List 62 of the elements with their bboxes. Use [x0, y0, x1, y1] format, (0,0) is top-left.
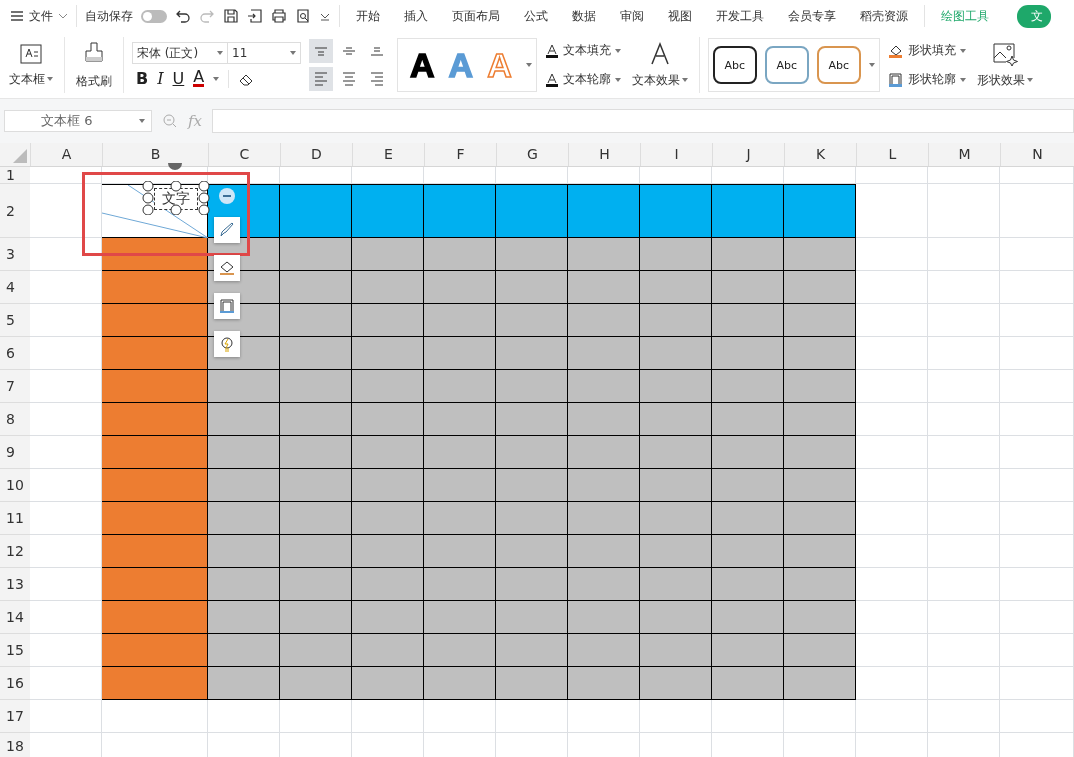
row-header[interactable]: 10	[0, 469, 30, 502]
text-outline-button[interactable]: 文本轮廓	[544, 71, 621, 88]
row-header[interactable]: 17	[0, 700, 30, 733]
file-menu[interactable]: 文件	[10, 7, 68, 25]
text-effect-button[interactable]: 文本效果	[628, 39, 691, 91]
row-header[interactable]: 5	[0, 304, 30, 337]
row-header[interactable]: 3	[0, 238, 30, 271]
column-header[interactable]: N	[1000, 143, 1074, 166]
font-family-field[interactable]: 宋体 (正文)	[132, 42, 228, 64]
format-painter-button[interactable]: 格式刷	[73, 38, 115, 92]
column-header[interactable]: G	[496, 143, 568, 166]
shape-style-preset[interactable]: Abc	[764, 46, 809, 84]
column-header[interactable]: D	[280, 143, 352, 166]
ribbon-tab[interactable]: 审阅	[612, 7, 652, 25]
row-header[interactable]: 11	[0, 502, 30, 535]
shape-style-preset[interactable]: Abc	[816, 46, 861, 84]
ribbon-tab[interactable]: 数据	[564, 7, 604, 25]
row-header[interactable]: 7	[0, 370, 30, 403]
row-header[interactable]: 2	[0, 184, 30, 238]
column-header[interactable]: K	[784, 143, 856, 166]
ribbon-tab[interactable]: 会员专享	[780, 7, 844, 25]
text-box-button[interactable]: 文本框	[6, 40, 56, 90]
column-header[interactable]: L	[856, 143, 928, 166]
row-header[interactable]: 1	[0, 167, 30, 184]
ribbon-tab[interactable]: 开始	[348, 7, 388, 25]
column-header[interactable]: C	[208, 143, 280, 166]
row-header[interactable]: 15	[0, 634, 30, 667]
autosave-label: 自动保存	[85, 7, 133, 25]
column-header[interactable]: A	[30, 143, 102, 166]
text-style-preset[interactable]: A	[410, 45, 435, 85]
font-size-field[interactable]: 11	[228, 42, 301, 64]
row-header[interactable]: 8	[0, 403, 30, 436]
name-box[interactable]: 文本框 6	[4, 110, 152, 132]
underline-button[interactable]: U	[172, 69, 185, 88]
ribbon-tab[interactable]: 开发工具	[708, 7, 772, 25]
ribbon-tab[interactable]: 公式	[516, 7, 556, 25]
row-header[interactable]: 18	[0, 733, 30, 757]
column-header[interactable]: J	[712, 143, 784, 166]
column-header[interactable]: I	[640, 143, 712, 166]
text-fill-button[interactable]: 文本填充	[544, 42, 621, 59]
row-header[interactable]: 16	[0, 667, 30, 700]
shape-effect-button[interactable]: 形状效果	[973, 39, 1036, 91]
italic-button[interactable]: I	[157, 69, 164, 88]
shape-outline-button[interactable]: 形状轮廓	[887, 71, 966, 88]
bold-button[interactable]: B	[136, 69, 149, 88]
column-header[interactable]: E	[352, 143, 424, 166]
row-header[interactable]: 4	[0, 271, 30, 304]
row-header[interactable]: 9	[0, 436, 30, 469]
column-header[interactable]: F	[424, 143, 496, 166]
ribbon-tab[interactable]: 视图	[660, 7, 700, 25]
shape-fill-button[interactable]: 形状填充	[887, 42, 966, 59]
ribbon-tab[interactable]: 插入	[396, 7, 436, 25]
column-header[interactable]: H	[568, 143, 640, 166]
ribbon-tab[interactable]: 稻壳资源	[852, 7, 916, 25]
column-header[interactable]: M	[928, 143, 1000, 166]
font-color-button[interactable]: A	[193, 70, 205, 87]
ribbon-tab[interactable]: 页面布局	[444, 7, 508, 25]
row-header[interactable]: 6	[0, 337, 30, 370]
row-header[interactable]: 14	[0, 601, 30, 634]
row-header[interactable]: 13	[0, 568, 30, 601]
row-header[interactable]: 12	[0, 535, 30, 568]
shape-style-preset[interactable]: Abc	[712, 46, 757, 84]
